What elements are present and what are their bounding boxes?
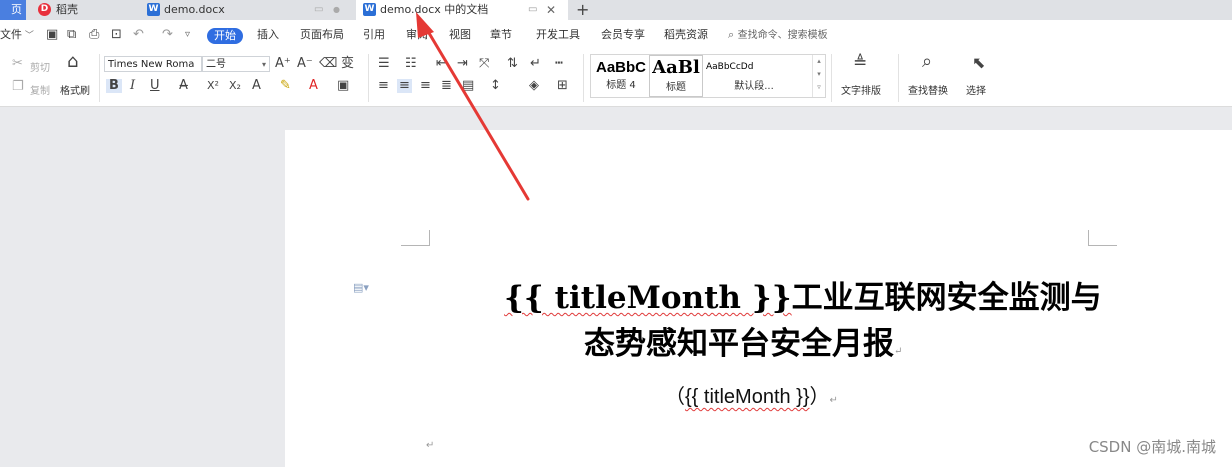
annotation-arrow (416, 12, 530, 201)
arrow-shaft (424, 26, 530, 201)
watermark: CSDN @南城.南城 (1088, 438, 1216, 456)
